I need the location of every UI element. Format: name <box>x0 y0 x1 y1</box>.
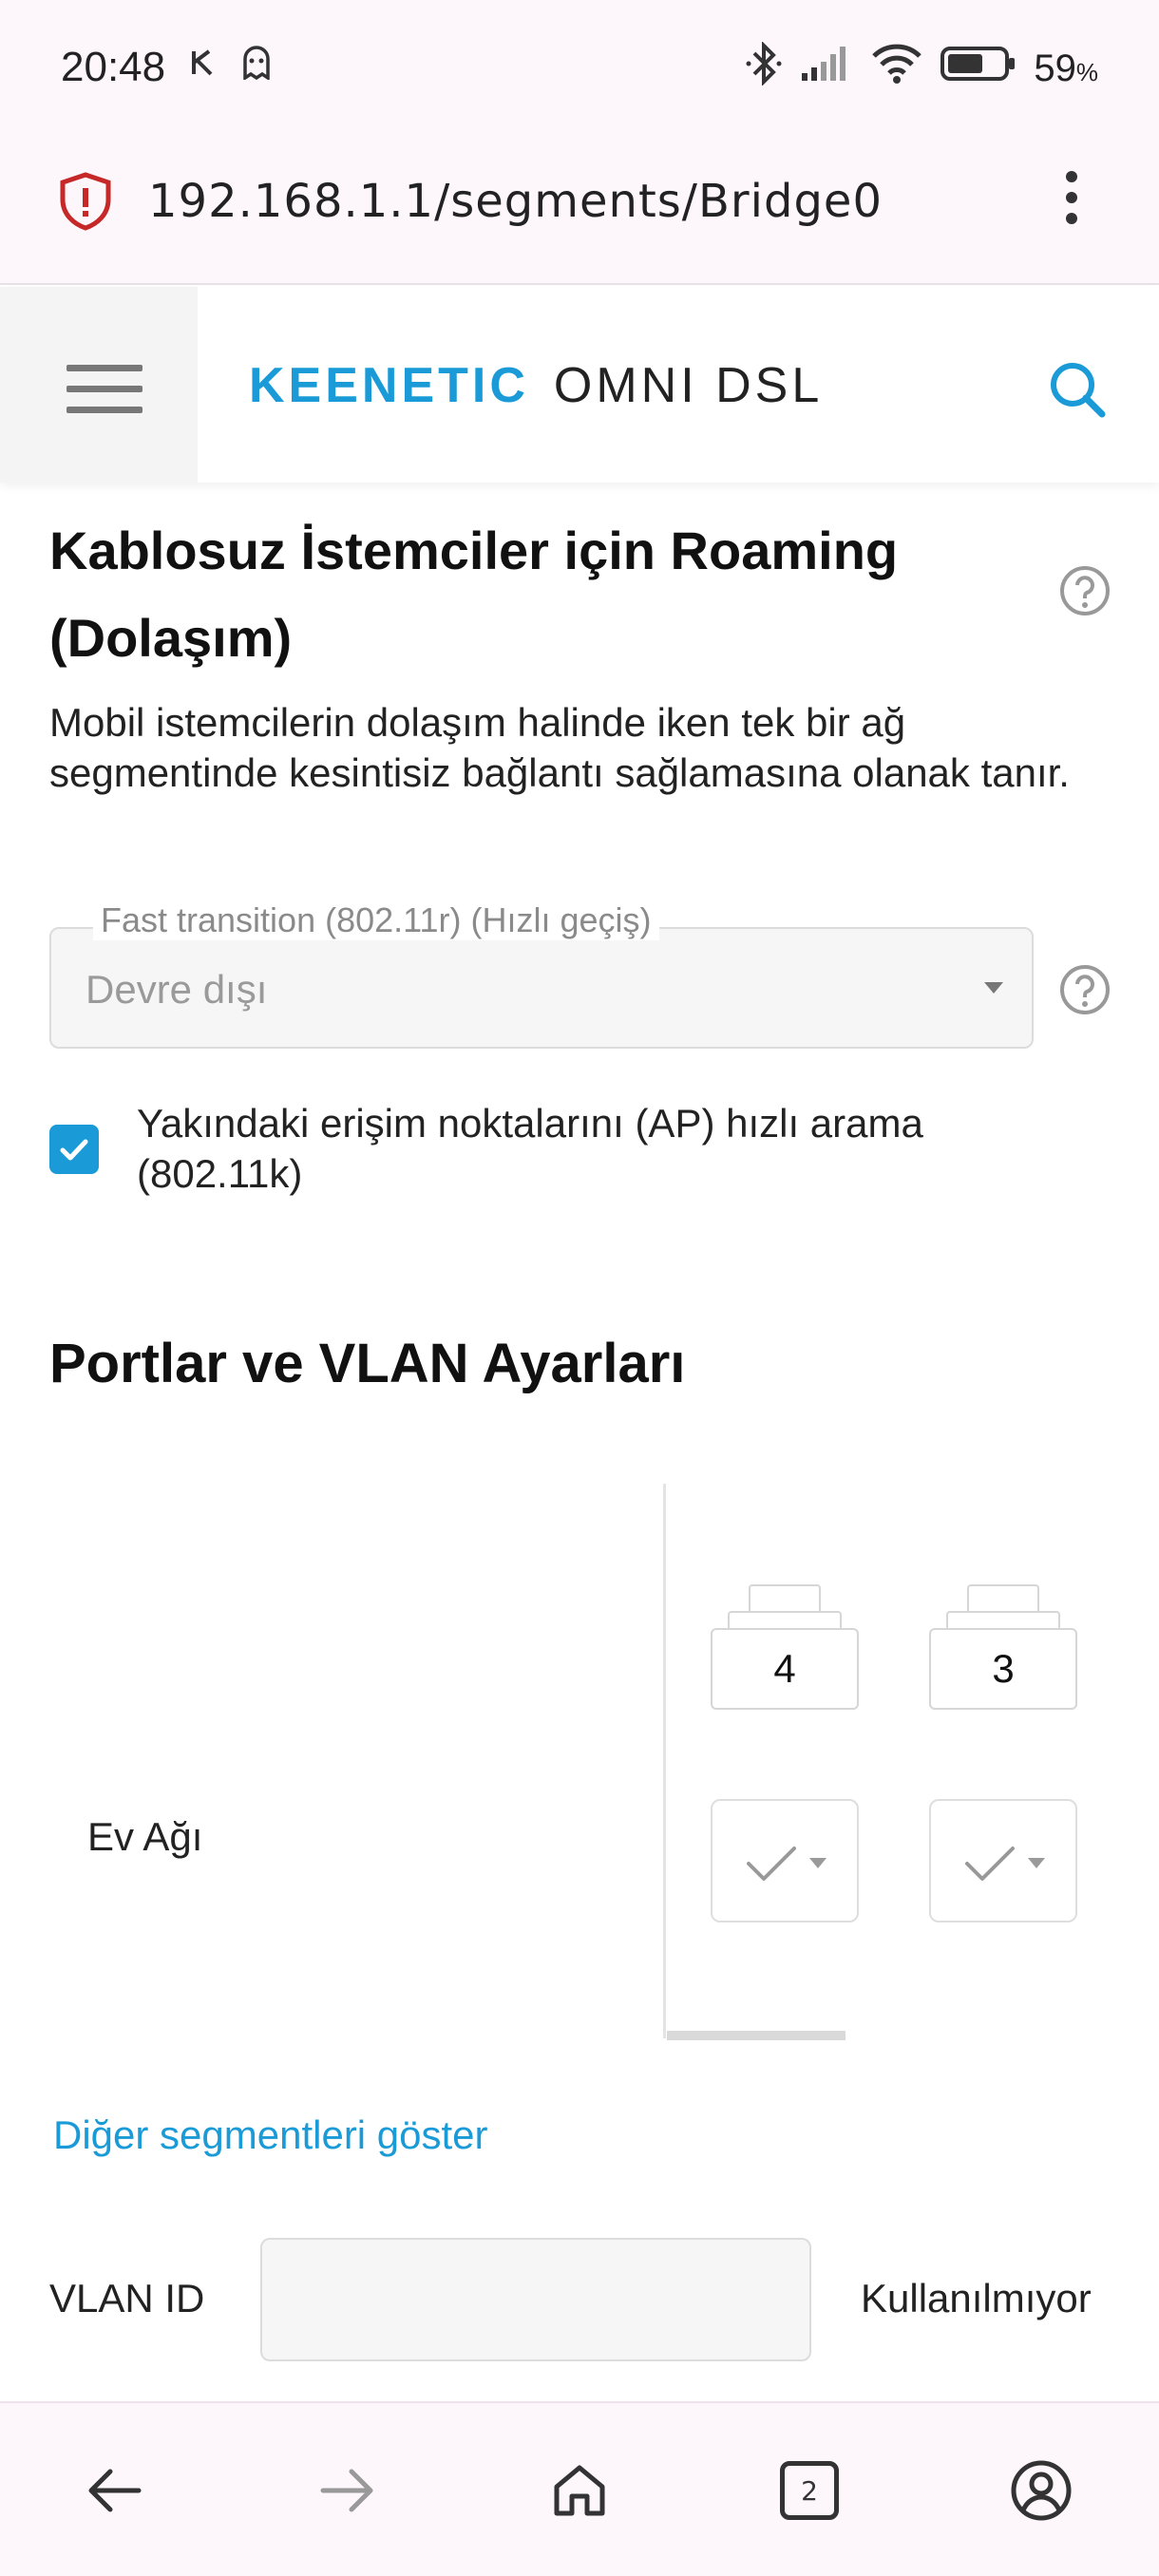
search-icon[interactable] <box>1047 359 1108 425</box>
ports-scrollbar[interactable] <box>667 2031 846 2040</box>
status-right-icons: 59% <box>745 41 1098 95</box>
battery-percent: 59% <box>1034 47 1098 89</box>
forward-arrow-icon[interactable] <box>310 2453 386 2529</box>
port-3-membership-select[interactable] <box>929 1799 1077 1923</box>
app-header: KEENETIC OMNI DSL <box>0 287 1159 483</box>
status-left-icons <box>190 46 272 85</box>
port-number: 4 <box>711 1628 859 1710</box>
bluetooth-icon <box>745 41 783 95</box>
back-arrow-icon[interactable] <box>76 2453 152 2529</box>
tab-count: 2 <box>780 2461 839 2520</box>
signal-icon <box>800 45 853 92</box>
home-icon[interactable] <box>542 2453 618 2529</box>
url-text[interactable]: 192.168.1.1/segments/Bridge0 <box>148 175 883 228</box>
security-shield-icon[interactable] <box>59 171 112 237</box>
browser-menu-icon[interactable] <box>1064 171 1079 224</box>
vlan-status: Kullanılmıyor <box>861 2276 1092 2320</box>
browser-bottom-nav: 2 <box>0 2401 1159 2576</box>
help-icon[interactable] <box>1058 963 1112 1021</box>
roaming-title: Kablosuz İstemciler için Roaming (Dolaşı… <box>49 521 899 668</box>
vlan-id-label: VLAN ID <box>49 2276 205 2320</box>
check-icon <box>965 1847 1015 1881</box>
status-time: 20:48 <box>61 44 166 90</box>
neighbor-ap-checkbox[interactable] <box>49 1125 99 1174</box>
ports-divider <box>663 1484 666 2038</box>
k-notification-icon <box>190 49 215 81</box>
port-4-membership-select[interactable] <box>711 1799 859 1923</box>
segment-row-label: Ev Ağı <box>87 1814 203 1859</box>
neighbor-ap-label[interactable]: Yakındaki erişim noktalarını (AP) hızlı … <box>137 1098 1049 1199</box>
check-icon <box>747 1847 796 1881</box>
fast-transition-value: Devre dışı <box>86 967 268 1012</box>
ethernet-port-4-icon: 4 <box>711 1584 859 1710</box>
brand-model: OMNI DSL <box>553 358 824 413</box>
port-number: 3 <box>929 1628 1077 1710</box>
brand-logo: KEENETIC OMNI DSL <box>249 357 823 414</box>
roaming-description: Mobil istemcilerin dolaşım halinde iken … <box>49 700 1070 795</box>
brand-name: KEENETIC <box>249 358 529 413</box>
chevron-down-icon <box>809 1858 826 1868</box>
chevron-down-icon <box>984 982 1003 994</box>
account-icon[interactable] <box>1003 2453 1079 2529</box>
checkmark-icon <box>60 1139 88 1161</box>
menu-button[interactable] <box>0 287 198 483</box>
ghost-icon <box>241 46 272 85</box>
ports-vlan-title: Portlar ve VLAN Ayarları <box>49 1333 686 1394</box>
status-bar: 20:48 59% <box>0 0 1159 133</box>
ethernet-port-3-icon: 3 <box>929 1584 1077 1710</box>
battery-icon <box>940 45 1016 92</box>
wifi-icon <box>870 43 923 94</box>
chevron-down-icon <box>1028 1858 1045 1868</box>
hamburger-menu-icon <box>66 365 142 414</box>
tabs-button[interactable]: 2 <box>771 2453 847 2529</box>
vlan-id-input[interactable] <box>260 2238 811 2361</box>
fast-transition-label: Fast transition (802.11r) (Hızlı geçiş) <box>93 900 659 940</box>
fast-transition-select[interactable]: Fast transition (802.11r) (Hızlı geçiş) … <box>49 900 1034 1049</box>
show-other-segments-link[interactable]: Diğer segmentleri göster <box>53 2112 488 2158</box>
help-icon[interactable] <box>1058 564 1112 622</box>
